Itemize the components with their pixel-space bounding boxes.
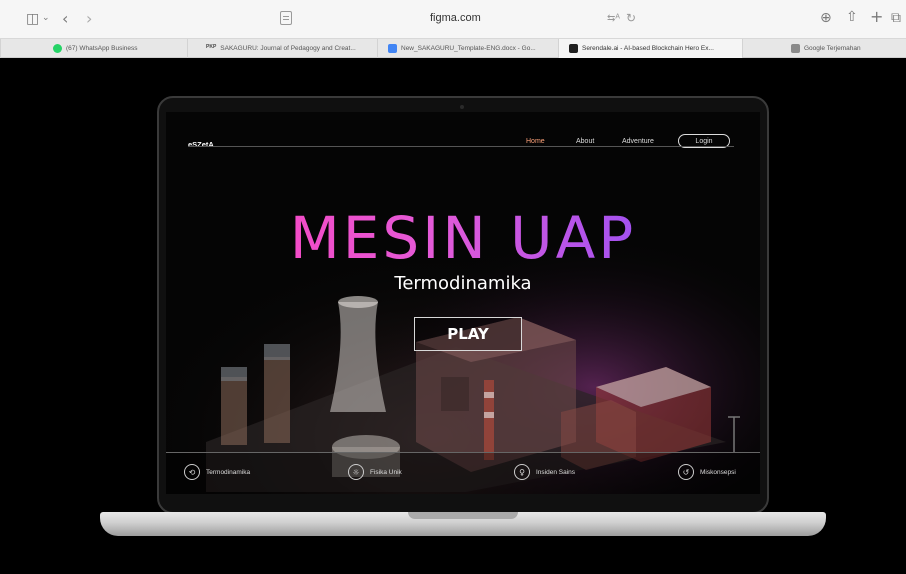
play-button[interactable]: PLAY <box>414 317 522 351</box>
address-text: figma.com <box>430 12 481 24</box>
reload-icon[interactable]: ↻ <box>626 11 636 25</box>
bottom-nav-miskonsepsi[interactable]: ↺ Miskonsepsi <box>678 464 736 480</box>
tabs-overview-icon[interactable]: ⧉ <box>891 11 901 25</box>
header-divider <box>188 146 734 147</box>
sidebar-icon[interactable]: ◫ <box>26 12 39 26</box>
bottom-nav-label: Miskonsepsi <box>700 468 736 476</box>
refresh-icon: ↺ <box>678 464 694 480</box>
forward-icon[interactable]: › <box>86 11 92 27</box>
bottom-nav-label: Termodinamika <box>206 468 251 476</box>
flow-icon: ⟲ <box>184 464 200 480</box>
tab-serendale[interactable]: Serendale.ai - AI-based Blockchain Hero … <box>558 39 742 58</box>
chevron-down-icon[interactable]: ⌄ <box>42 14 50 23</box>
tab-bar: (67) WhatsApp Business PKP SAKAGURU: Jou… <box>0 38 906 58</box>
browser-toolbar: ◫ ⌄ ‹ › figma.com ⇆ᴬ ↻ ⊕ ⇧ + ⧉ <box>0 0 906 38</box>
address-bar[interactable]: figma.com ⇆ᴬ ↻ <box>280 9 636 29</box>
lightbulb-icon: ♀ <box>514 464 530 480</box>
laptop-hinge-notch <box>408 512 518 519</box>
tab-label: Serendale.ai - AI-based Blockchain Hero … <box>582 45 714 52</box>
translate-icon[interactable]: ⇆ᴬ <box>607 13 620 24</box>
bottom-nav-label: Insiden Sains <box>536 468 576 476</box>
laptop-screen: eSZetA Home About Adventure Login MESIN … <box>166 112 760 494</box>
nav-home[interactable]: Home <box>526 138 545 145</box>
tab-google-translate[interactable]: Google Terjemahan <box>742 39 906 58</box>
share-icon[interactable]: ⇧ <box>846 10 858 24</box>
pkp-icon: PKP <box>206 44 217 50</box>
google-docs-icon <box>388 44 397 53</box>
google-translate-icon <box>791 44 800 53</box>
nav-about[interactable]: About <box>576 138 594 145</box>
nav-adventure[interactable]: Adventure <box>622 138 654 145</box>
camera-icon <box>460 105 464 109</box>
serendale-icon <box>569 44 578 53</box>
sun-icon: ☼ <box>348 464 364 480</box>
footer-divider <box>166 452 760 453</box>
bottom-nav-termodinamika[interactable]: ⟲ Termodinamika <box>184 464 250 480</box>
site-logo[interactable]: eSZetA <box>188 140 214 149</box>
steam-factory-illustration <box>166 112 760 494</box>
tab-label: (67) WhatsApp Business <box>66 45 138 52</box>
new-tab-icon[interactable]: + <box>870 9 883 25</box>
download-icon[interactable]: ⊕ <box>820 11 832 25</box>
document-icon <box>280 11 292 25</box>
back-icon[interactable]: ‹ <box>62 11 68 27</box>
hero-title: MESIN UAP <box>166 204 760 272</box>
hero-subtitle: Termodinamika <box>394 273 532 294</box>
tab-label: SAKAGURU: Journal of Pedagogy and Creat.… <box>220 45 356 52</box>
tab-label: Google Terjemahan <box>804 45 861 52</box>
bottom-nav-fisika-unik[interactable]: ☼ Fisika Unik <box>348 464 402 480</box>
tab-whatsapp[interactable]: (67) WhatsApp Business <box>0 39 187 58</box>
bottom-nav-label: Fisika Unik <box>370 468 402 476</box>
tab-sakaguru[interactable]: PKP SAKAGURU: Journal of Pedagogy and Cr… <box>187 39 377 58</box>
tab-google-docs[interactable]: New_SAKAGURU_Template-ENG.docx - Go... <box>377 39 558 58</box>
bottom-nav-insiden-sains[interactable]: ♀ Insiden Sains <box>514 464 575 480</box>
whatsapp-icon <box>53 44 62 53</box>
tab-label: New_SAKAGURU_Template-ENG.docx - Go... <box>401 45 536 52</box>
